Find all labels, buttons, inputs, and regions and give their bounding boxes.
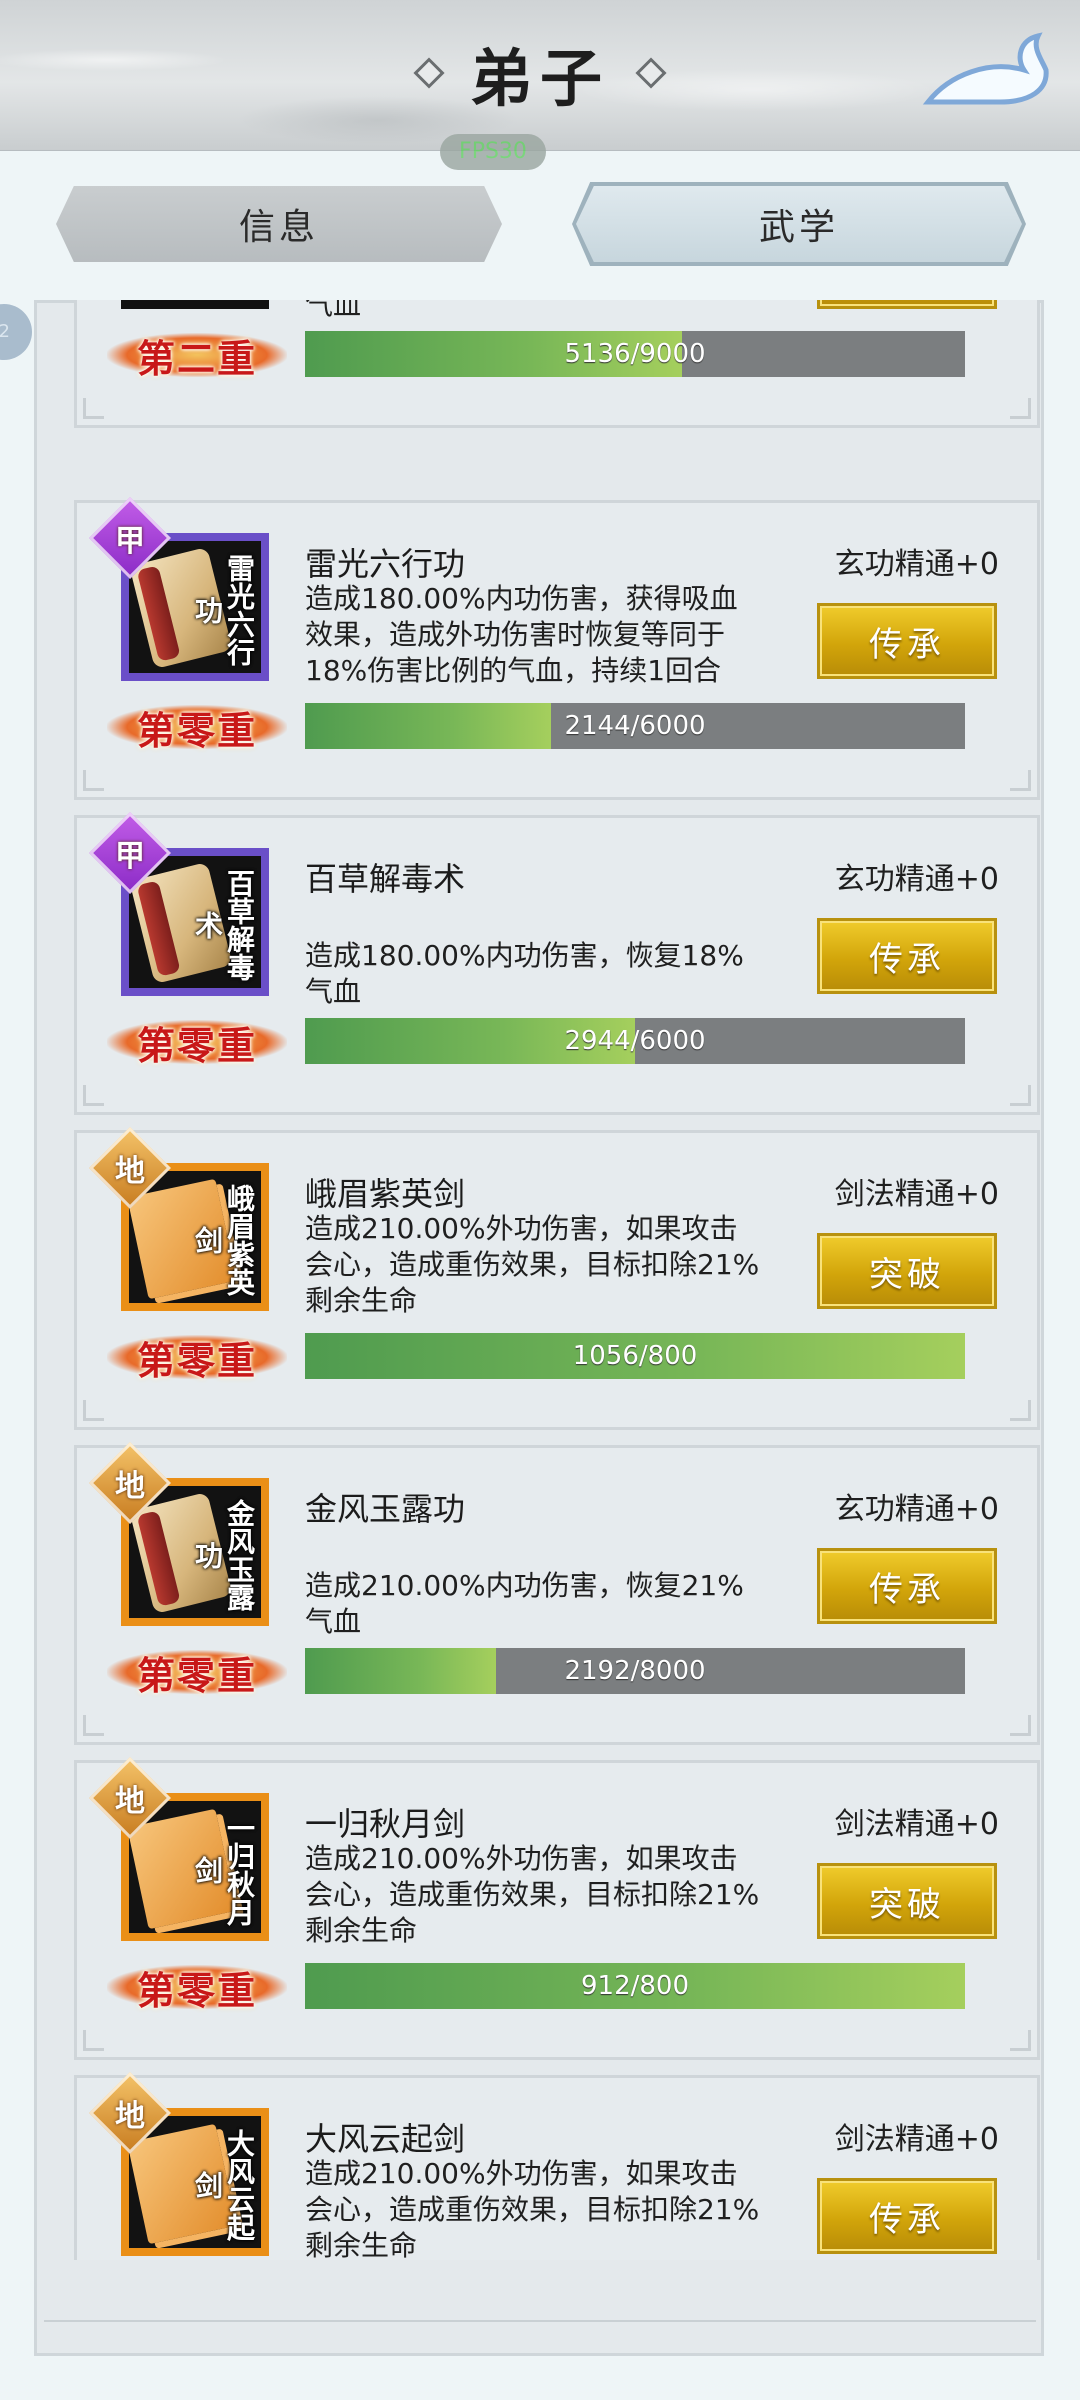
- skill-card: 雷光六行功 甲 雷光六行功 玄功精通+0 造成180.00%内功伤害，获得吸血效…: [74, 496, 1040, 800]
- grade-label: 甲: [115, 524, 145, 559]
- skill-icon-label: 峨眉紫英剑: [191, 1184, 256, 1296]
- exp-progress-text: 5136/9000: [564, 339, 706, 369]
- layer-badge: 第二重: [107, 323, 287, 387]
- header-bar: 弟子: [0, 0, 1080, 151]
- page-title: 弟子: [469, 42, 610, 115]
- grade-label: 地: [115, 2099, 145, 2134]
- mastery-label: 玄功精通+0: [834, 862, 999, 897]
- breakthrough-button[interactable]: 突破: [817, 1863, 997, 1939]
- skill-card: 一归秋月剑 地 一归秋月剑 剑法精通+0 造成210.00%外功伤害，如果攻击会…: [74, 1756, 1040, 2060]
- diamond-ornament-icon: [413, 57, 445, 89]
- skill-name: 雷光六行功: [305, 545, 466, 583]
- grade-label: 地: [115, 1154, 145, 1189]
- cloud-back-icon: [922, 32, 1049, 105]
- tab-info[interactable]: 信息: [56, 186, 502, 262]
- panel-divider: [44, 2320, 1036, 2322]
- skill-description: 造成180.00%内功伤害，获得吸血效果，造成外功伤害时恢复等同于18%伤害比例…: [305, 582, 738, 687]
- exp-progress-bar: 1056/800: [305, 1333, 965, 1379]
- layer-badge: 第零重: [107, 1010, 287, 1074]
- grade-label: 甲: [115, 839, 145, 874]
- skill-name: 峨眉紫英剑: [305, 1175, 466, 1213]
- layer-label: 第零重: [136, 1337, 257, 1383]
- tab-info-label: 信息: [238, 207, 319, 248]
- skill-card: 大风云起剑 地 大风云起剑 剑法精通+0 造成210.00%外功伤害，如果攻击会…: [74, 2071, 1040, 2260]
- skill-name: 大风云起剑: [305, 2120, 466, 2158]
- skill-card: 金风玉露功 地 金风玉露功 玄功精通+0 造成210.00%内功伤害，恢复21%…: [74, 1441, 1040, 1745]
- skill-description: 造成210.00%外功伤害，如果攻击会心，造成重伤效果，目标扣除21%剩余生命: [305, 1842, 760, 1947]
- exp-progress-text: 2144/6000: [564, 711, 706, 741]
- layer-label: 第零重: [136, 1967, 257, 2013]
- skill-icon-label: 一归秋月剑: [191, 1814, 256, 1926]
- skill-description: 造成210.00%外功伤害，如果攻击会心，造成重伤效果，目标扣除21%剩余生命: [305, 2157, 760, 2260]
- skill-icon-label: 金风玉露功: [191, 1499, 256, 1611]
- layer-badge: 第零重: [107, 1955, 287, 2019]
- grade-label: 地: [115, 1784, 145, 1819]
- skill-icon-label: 百草解毒术: [191, 869, 256, 981]
- breakthrough-button[interactable]: 突破: [817, 1233, 997, 1309]
- layer-label: 第零重: [136, 707, 257, 753]
- side-level-badge[interactable]: 22: [0, 304, 32, 360]
- skill-name: 金风玉露功: [305, 1490, 466, 1528]
- back-button[interactable]: [920, 30, 1050, 110]
- skill-card: 元功 造成120.00%内功伤害，恢复10%气血 传承 第二重 5136/900…: [74, 300, 1040, 428]
- skill-card: 百草解毒术 甲 百草解毒术 玄功精通+0 造成180.00%内功伤害，恢复18%…: [74, 811, 1040, 1115]
- skill-description: 造成210.00%内功伤害，恢复21%气血: [305, 1569, 744, 1638]
- skill-description: 造成210.00%外功伤害，如果攻击会心，造成重伤效果，目标扣除21%剩余生命: [305, 1212, 760, 1317]
- exp-progress-bar: 5136/9000: [305, 331, 965, 377]
- inherit-button[interactable]: 传承: [817, 2178, 997, 2254]
- layer-badge: 第零重: [107, 695, 287, 759]
- skill-name: 一归秋月剑: [305, 1805, 466, 1843]
- diamond-ornament-icon: [635, 57, 667, 89]
- skill-description: 造成180.00%内功伤害，恢复18%气血: [305, 939, 744, 1008]
- layer-label: 第零重: [136, 1652, 257, 1698]
- exp-progress-text: 2944/6000: [564, 1026, 706, 1056]
- skill-icon-label: 大风云起剑: [191, 2129, 256, 2241]
- inherit-button[interactable]: 传承: [817, 918, 997, 994]
- mastery-label: 剑法精通+0: [834, 1807, 999, 1842]
- exp-progress-bar: 2192/8000: [305, 1648, 965, 1694]
- mastery-label: 剑法精通+0: [834, 1177, 999, 1212]
- tab-martial-arts[interactable]: 武学: [576, 186, 1022, 262]
- skill-icon-label: 雷光六行功: [191, 554, 256, 666]
- skills-list[interactable]: 元功 造成120.00%内功伤害，恢复10%气血 传承 第二重 5136/900…: [34, 300, 1044, 2260]
- grade-label: 地: [115, 1469, 145, 1504]
- inherit-button[interactable]: 传承: [817, 300, 997, 309]
- exp-progress-bar: 2144/6000: [305, 703, 965, 749]
- exp-progress-bar: 912/800: [305, 1963, 965, 2009]
- inherit-button[interactable]: 传承: [817, 603, 997, 679]
- disciple-screen: 弟子 FPS30 信息 武学 22 元功 造成120.00%内功伤害，恢复10%…: [0, 0, 1080, 2400]
- exp-progress-text: 1056/800: [572, 1341, 698, 1371]
- exp-progress-text: 2192/8000: [564, 1656, 706, 1686]
- inherit-button[interactable]: 传承: [817, 1548, 997, 1624]
- skill-card: 峨眉紫英剑 地 峨眉紫英剑 剑法精通+0 造成210.00%外功伤害，如果攻击会…: [74, 1126, 1040, 1430]
- layer-badge: 第零重: [107, 1325, 287, 1389]
- tab-martial-arts-label: 武学: [758, 207, 839, 248]
- exp-progress-text: 912/800: [580, 1971, 689, 2001]
- mastery-label: 玄功精通+0: [834, 1492, 999, 1527]
- layer-label: 第零重: [136, 1022, 257, 1068]
- skill-name: 百草解毒术: [305, 860, 466, 898]
- skill-icon-frame[interactable]: 元功: [121, 300, 269, 309]
- fps-counter: FPS30: [440, 134, 546, 170]
- layer-badge: 第零重: [107, 1640, 287, 1704]
- exp-progress-bar: 2944/6000: [305, 1018, 965, 1064]
- mastery-label: 玄功精通+0: [834, 547, 999, 582]
- mastery-label: 剑法精通+0: [834, 2122, 999, 2157]
- skill-description: 造成120.00%内功伤害，恢复10%气血: [305, 300, 362, 321]
- title-group: 弟子: [0, 28, 1080, 118]
- layer-label: 第二重: [136, 335, 257, 381]
